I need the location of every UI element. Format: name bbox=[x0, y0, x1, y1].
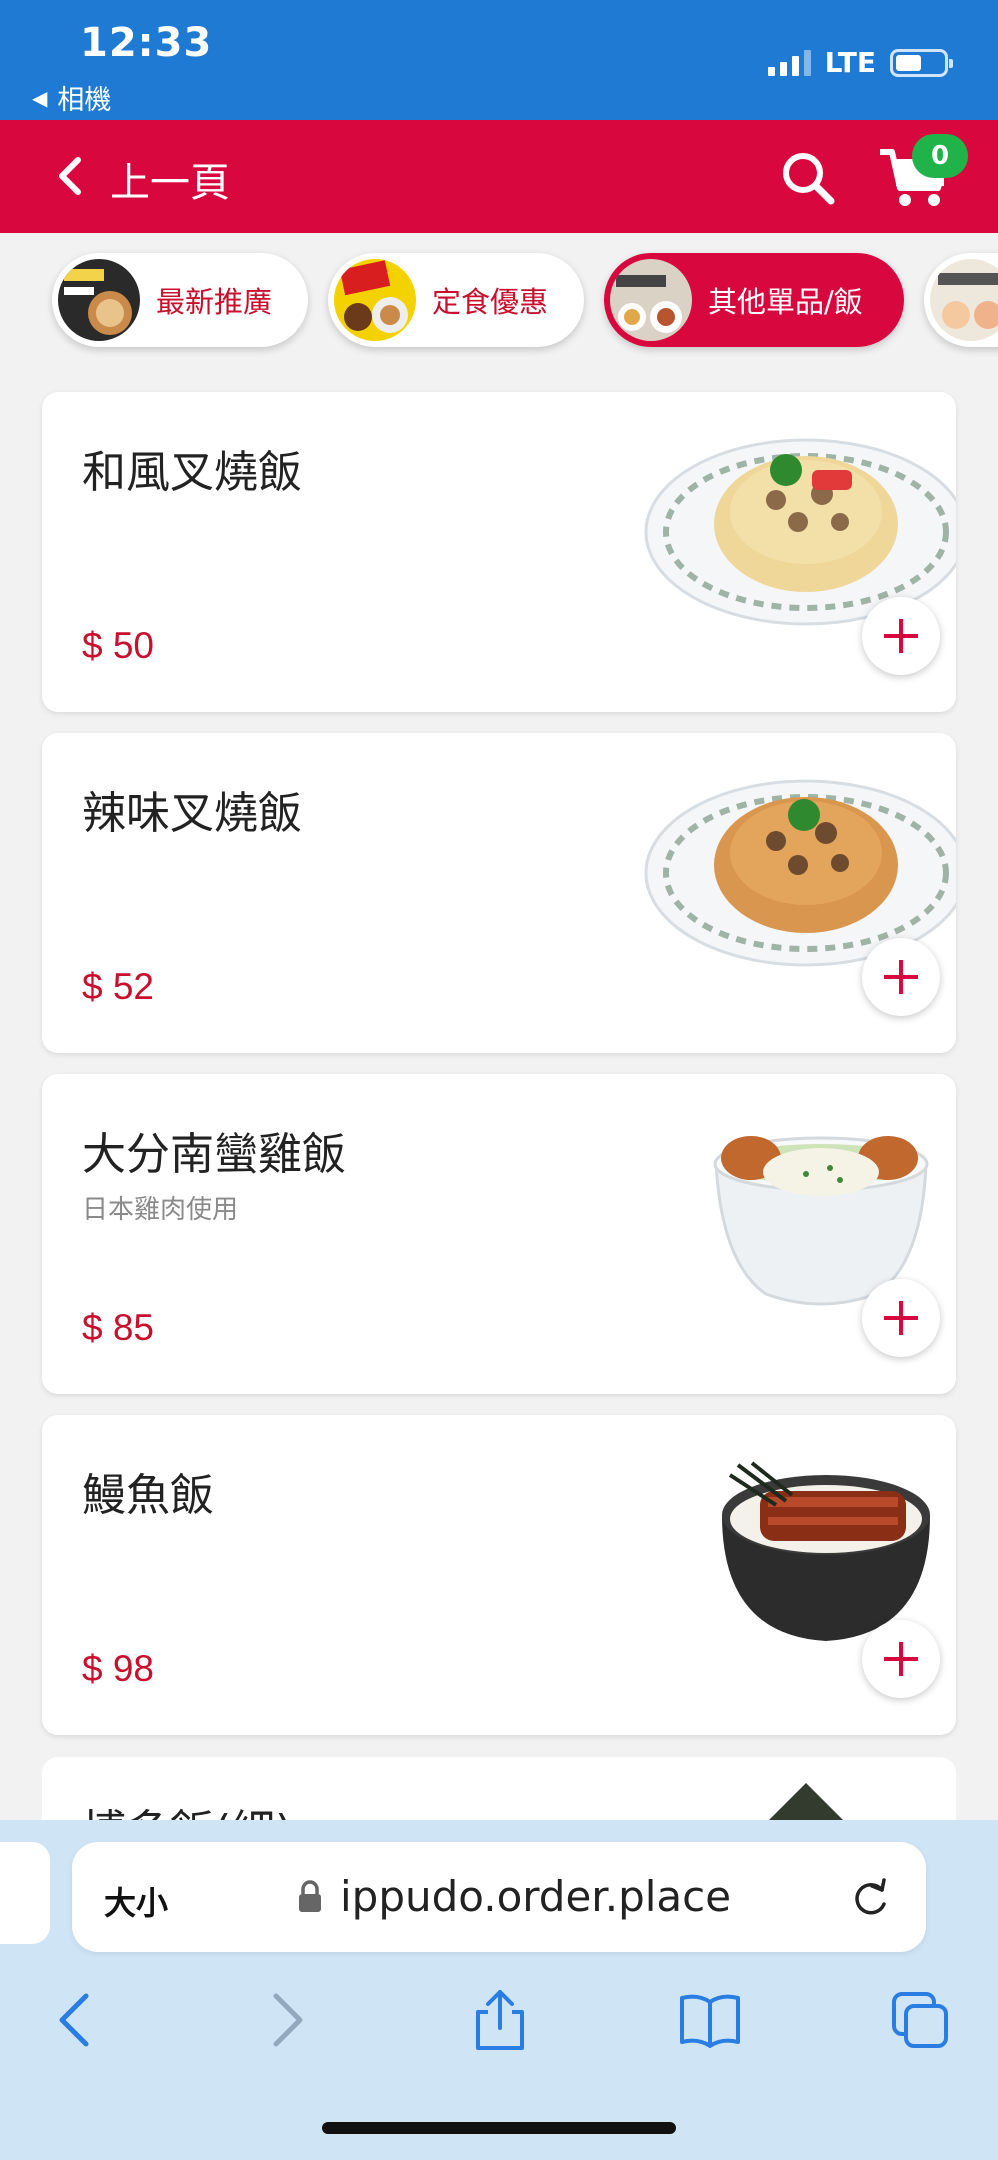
app-header: 上一頁 0 bbox=[0, 120, 998, 233]
menu-item-card[interactable]: 和風叉燒飯 $ 50 bbox=[42, 392, 956, 712]
back-arrow-icon bbox=[59, 1993, 89, 2047]
text-size-button[interactable]: 大小 bbox=[104, 1878, 168, 1924]
tab-label: 其他單品/飯 bbox=[708, 285, 863, 319]
previous-tab-peek[interactable] bbox=[0, 1842, 50, 1944]
tab-topping[interactable] bbox=[924, 253, 998, 347]
tab-label: 定食優惠 bbox=[432, 285, 549, 319]
category-tabs: 最新推廣 定食優惠 其他單品/飯 bbox=[0, 233, 998, 368]
plus-icon bbox=[884, 960, 918, 994]
forward-arrow-icon bbox=[273, 1993, 303, 2047]
reload-icon[interactable] bbox=[848, 1876, 892, 1920]
home-indicator bbox=[322, 2122, 676, 2134]
promo-ramen-thumb-icon bbox=[58, 259, 140, 341]
item-name: 和風叉燒飯 bbox=[82, 447, 302, 498]
add-to-cart-button[interactable] bbox=[862, 1620, 940, 1698]
set-meal-thumb-icon bbox=[334, 259, 416, 341]
book-icon bbox=[680, 1994, 740, 2048]
plus-icon bbox=[884, 1642, 918, 1676]
tab-label: 最新推廣 bbox=[156, 285, 273, 319]
plus-icon bbox=[884, 1301, 918, 1335]
item-description: 日本雞肉使用 bbox=[82, 1195, 239, 1225]
status-bar: 12:33 ◀ 相機 LTE bbox=[0, 0, 998, 120]
bookmarks-button[interactable] bbox=[678, 1988, 742, 2052]
back-chevron-icon[interactable] bbox=[52, 156, 92, 196]
item-name: 鰻魚飯 bbox=[82, 1470, 214, 1521]
tabs-icon bbox=[892, 1992, 948, 2048]
battery-icon bbox=[890, 48, 953, 77]
plus-icon bbox=[884, 619, 918, 653]
topping-thumb-icon bbox=[930, 259, 998, 341]
signal-icon bbox=[767, 49, 811, 76]
lock-icon bbox=[299, 1880, 321, 1912]
url-text[interactable]: ippudo.order.place bbox=[340, 1872, 731, 1921]
tabs-button[interactable] bbox=[888, 1988, 952, 2052]
browser-back-button[interactable] bbox=[42, 1988, 106, 2052]
back-app-label: 相機 bbox=[57, 85, 112, 116]
menu-item-card[interactable]: 鰻魚飯 $ 98 bbox=[42, 1415, 956, 1735]
add-to-cart-button[interactable] bbox=[862, 597, 940, 675]
item-price: $ 98 bbox=[82, 1648, 155, 1689]
back-to-app-link[interactable]: ◀ 相機 bbox=[32, 78, 111, 117]
address-bar[interactable]: 大小 ippudo.order.place bbox=[72, 1842, 926, 1952]
status-time: 12:33 bbox=[80, 20, 213, 66]
tab-a-la-carte[interactable]: 其他單品/飯 bbox=[604, 253, 904, 347]
menu-item-card[interactable]: 大分南蠻雞飯 日本雞肉使用 $ 85 bbox=[42, 1074, 956, 1394]
item-name: 辣味叉燒飯 bbox=[82, 788, 302, 839]
battery-level bbox=[896, 54, 922, 71]
cart-count-badge: 0 bbox=[912, 134, 968, 178]
back-button[interactable]: 上一頁 bbox=[110, 150, 230, 208]
tab-latest-promo[interactable]: 最新推廣 bbox=[52, 253, 308, 347]
a-la-carte-thumb-icon bbox=[610, 259, 692, 341]
add-to-cart-button[interactable] bbox=[862, 1279, 940, 1357]
network-type: LTE bbox=[824, 46, 876, 79]
menu-item-card[interactable]: 辣味叉燒飯 $ 52 bbox=[42, 733, 956, 1053]
tab-set-meal[interactable]: 定食優惠 bbox=[328, 253, 584, 347]
item-price: $ 50 bbox=[82, 625, 155, 666]
search-icon[interactable] bbox=[780, 150, 836, 206]
share-icon bbox=[476, 1990, 524, 2050]
item-price: $ 85 bbox=[82, 1307, 155, 1348]
share-button[interactable] bbox=[468, 1988, 532, 2052]
status-indicators: LTE bbox=[767, 46, 953, 79]
browser-forward-button[interactable] bbox=[256, 1988, 320, 2052]
browser-bottom-bar: 大小 ippudo.order.place bbox=[0, 1820, 998, 2160]
add-to-cart-button[interactable] bbox=[862, 938, 940, 1016]
item-name: 大分南蠻雞飯 bbox=[82, 1129, 346, 1180]
item-price: $ 52 bbox=[82, 966, 155, 1007]
back-triangle-icon: ◀ bbox=[32, 85, 48, 110]
